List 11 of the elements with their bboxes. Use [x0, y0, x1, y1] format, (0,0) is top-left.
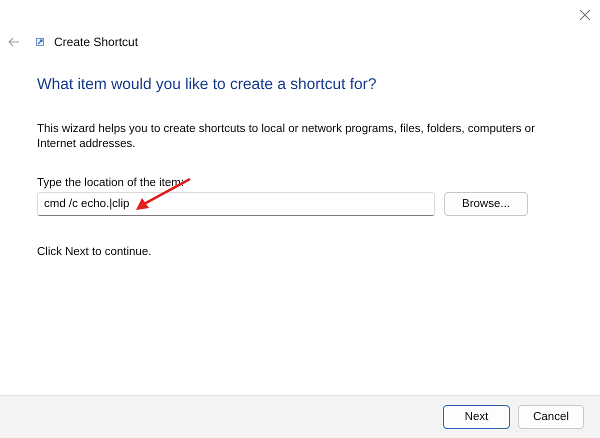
browse-button[interactable]: Browse... [444, 192, 528, 216]
description-text: This wizard helps you to create shortcuts to local or network programs, files, folders, computers or Internet addresses. [37, 122, 536, 152]
window-title: Create Shortcut [54, 35, 138, 49]
shortcut-icon [36, 38, 44, 46]
hint-text: Click Next to continue. [37, 246, 152, 258]
back-arrow-icon[interactable] [8, 37, 20, 47]
dialog-button[interactable]: Next [443, 405, 510, 429]
wizard-heading: What item would you like to create a shortcut for? [37, 76, 378, 94]
dialog-button[interactable]: Cancel [518, 405, 584, 429]
close-icon[interactable] [580, 10, 590, 20]
location-field[interactable]: cmd /c echo.|clip [37, 192, 435, 216]
